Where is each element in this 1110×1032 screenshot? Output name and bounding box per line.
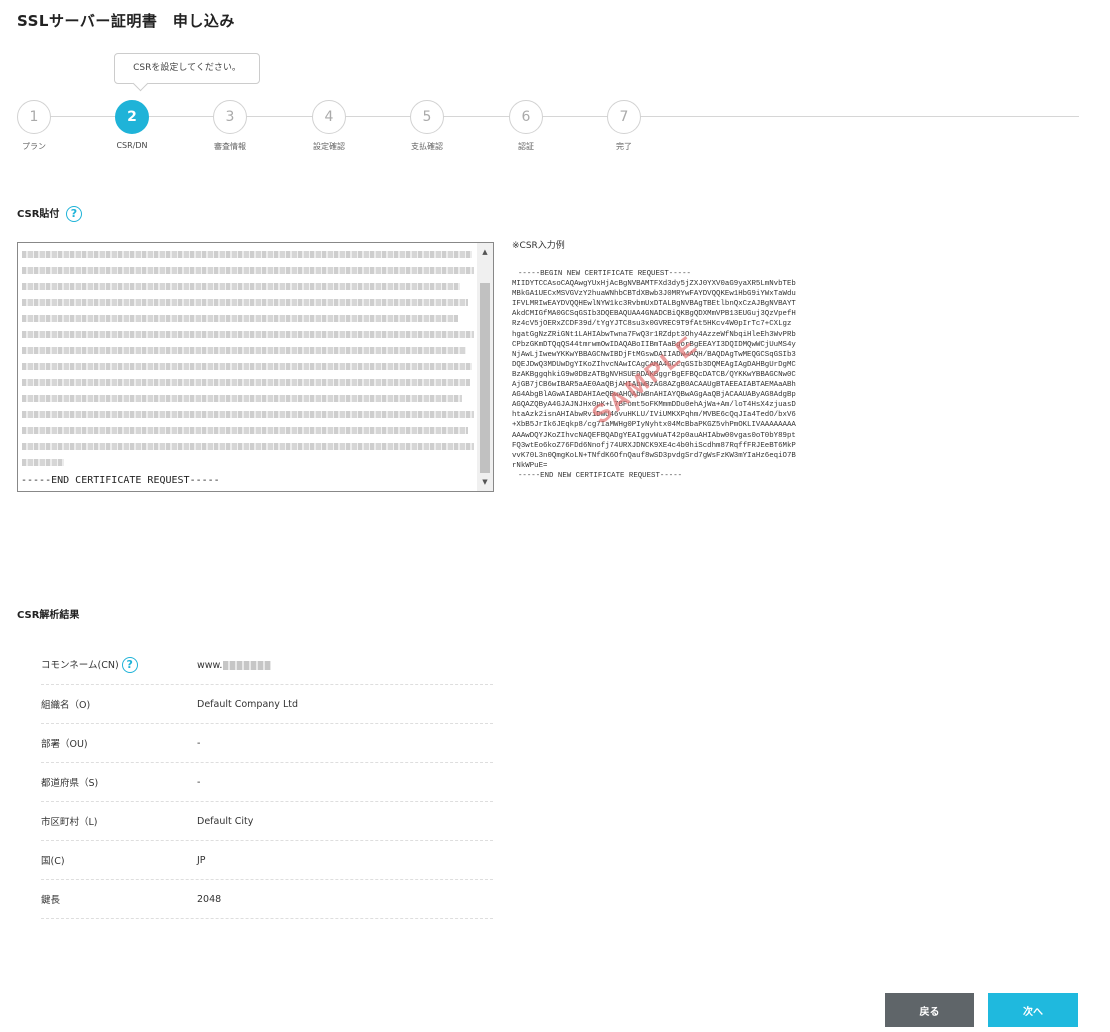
result-key: 部署（OU) <box>41 739 88 750</box>
result-value: www. <box>197 660 493 671</box>
result-key: 都道府県（S) <box>41 778 99 789</box>
csr-result-table: コモンネーム(CN)? www. 組織名（O) Default Company … <box>41 646 493 919</box>
result-row-l: 市区町村（L) Default City <box>41 802 493 841</box>
result-key: 市区町村（L) <box>41 817 98 828</box>
result-key: コモンネーム(CN)? <box>41 657 197 674</box>
step-6: 6 認証 <box>509 100 543 151</box>
result-row-ou: 部署（OU) - <box>41 724 493 763</box>
result-value: Default City <box>197 815 254 827</box>
csr-example-line: AG4AbgBlAGwAIABDAHIAeQBwAHQAbwBnAHIAYQBw… <box>512 391 796 400</box>
step-label: 設定確認 <box>313 142 345 151</box>
step-circle: 2 <box>115 100 149 134</box>
step-label: CSR/DN <box>116 141 148 150</box>
result-row-keylength: 鍵長 2048 <box>41 880 493 919</box>
csr-example-line: BzAKBggqhkiG9w0DBzATBgNVHSUEDDAKBggrBgEF… <box>512 370 796 379</box>
result-value: JP <box>197 854 206 866</box>
csr-example-line: MIIDYTCCAsoCAQAwgYUxHjAcBgNVBAMTFXd3dy5j… <box>512 280 796 289</box>
step-circle: 1 <box>17 100 51 134</box>
csr-example-block: -----BEGIN NEW CERTIFICATE REQUEST----- … <box>512 269 868 501</box>
result-value: - <box>197 776 201 788</box>
stepper-line <box>34 116 1079 117</box>
csr-textarea[interactable]: -----END CERTIFICATE REQUEST----- ▲ ▼ <box>17 242 494 492</box>
result-key-label: コモンネーム(CN) <box>41 659 119 671</box>
csr-end-line: -----END CERTIFICATE REQUEST----- <box>21 475 220 486</box>
textarea-scrollbar[interactable]: ▲ ▼ <box>477 243 493 491</box>
result-value: - <box>197 737 201 749</box>
step-circle: 6 <box>509 100 543 134</box>
blurred-domain <box>223 660 272 670</box>
step-label: 完了 <box>616 142 632 151</box>
step-4: 4 設定確認 <box>312 100 346 151</box>
step-1: 1 プラン <box>17 100 51 151</box>
result-key: 鍵長 <box>41 895 61 906</box>
csr-result-title: CSR解析結果 <box>17 610 80 621</box>
step-circle: 5 <box>410 100 444 134</box>
csr-content-blurred <box>22 251 474 475</box>
step-label: 認証 <box>518 142 534 151</box>
step-circle: 3 <box>213 100 247 134</box>
result-value: 2048 <box>197 893 222 905</box>
result-key: 組織名（O) <box>41 700 91 711</box>
step-label: 支払確認 <box>411 142 443 151</box>
result-value: Default Company Ltd <box>197 698 298 710</box>
page-title: SSLサーバー証明書 申し込み <box>17 12 235 30</box>
result-row-o: 組織名（O) Default Company Ltd <box>41 685 493 724</box>
step-5: 5 支払確認 <box>410 100 444 151</box>
result-value-text: www. <box>197 659 223 671</box>
back-button[interactable]: 戻る <box>885 993 974 1027</box>
csr-example-line: IFVLMRIwEAYDVQQHEwlNYW1kc3RvbmUxDTALBgNV… <box>512 300 796 309</box>
result-key: 国(C) <box>41 856 65 867</box>
tooltip-text: CSRを設定してください。 <box>133 63 241 73</box>
csr-example-line: FQ3wtEo6koZ76FDd6Nnofj74URXJDNCK9XE4c4b0… <box>512 441 796 450</box>
csr-example-line: vvK70L3n0QmgKoLN+TNfdK6OfnQauf8wSD3pvdgS… <box>512 451 796 460</box>
csr-example-line: AjGB7jCB6wIBAR5aAE0AaQBjAHIAbwBzAG8AZgB0… <box>512 381 796 390</box>
step-3: 3 審査情報 <box>213 100 247 151</box>
result-row-s: 都道府県（S) - <box>41 763 493 802</box>
scroll-thumb[interactable] <box>480 283 490 473</box>
csr-example-line: AGQAZQByA4GJAJNJHx0pK+L7BFomt5oFKMmmDDu0… <box>512 401 796 410</box>
result-row-c: 国(C) JP <box>41 841 493 880</box>
progress-stepper: 1 プラン 2 CSR/DN 3 審査情報 4 設定確認 5 支払確認 6 認証… <box>17 100 1079 160</box>
csr-example-line: AkdCMIGfMA0GCSqGSIb3DQEBAQUAA4GNADCBiQKB… <box>512 310 796 319</box>
csr-example-line: MBkGA1UECxMSVGVzY2huaWNhbCBTdXBwb3J0MRYw… <box>512 290 796 299</box>
next-button[interactable]: 次へ <box>988 993 1078 1027</box>
csr-example-line: AAAwDQYJKoZIhvcNAQEFBQADgYEAIggvWuAT42p0… <box>512 431 796 440</box>
csr-example-line: htaAzk2isnAHIAbwRviDwU46vuHKLU/IViUMKXPq… <box>512 411 796 420</box>
csr-example-line: -----BEGIN NEW CERTIFICATE REQUEST----- <box>518 270 691 278</box>
csr-example-label: ※CSR入力例 <box>512 241 565 251</box>
step-circle: 4 <box>312 100 346 134</box>
step-label: プラン <box>22 142 46 151</box>
result-row-cn: コモンネーム(CN)? www. <box>41 646 493 685</box>
step-circle: 7 <box>607 100 641 134</box>
step-7: 7 完了 <box>607 100 641 151</box>
csr-example-line: Rz4cV5jOERxZCDF39d/tYgYJTC8su3x0GVREC9T9… <box>512 320 792 329</box>
question-icon[interactable]: ? <box>65 206 82 222</box>
question-icon[interactable]: ? <box>121 657 138 674</box>
scroll-up-icon[interactable]: ▲ <box>477 245 493 259</box>
step-tooltip: CSRを設定してください。 <box>114 53 260 84</box>
csr-paste-heading: CSR貼付 ? <box>17 205 82 222</box>
csr-paste-title: CSR貼付 <box>17 209 60 220</box>
scroll-down-icon[interactable]: ▼ <box>477 475 493 489</box>
step-2: 2 CSR/DN <box>115 100 149 150</box>
csr-example-line: rNkWPuE= <box>512 461 548 470</box>
csr-example-line: -----END NEW CERTIFICATE REQUEST----- <box>518 471 683 480</box>
step-label: 審査情報 <box>214 142 246 151</box>
csr-example-line: +XbB5JrIk6JEqkp8/cg7IaMWHg0PIyNyhtx04McB… <box>512 421 796 430</box>
